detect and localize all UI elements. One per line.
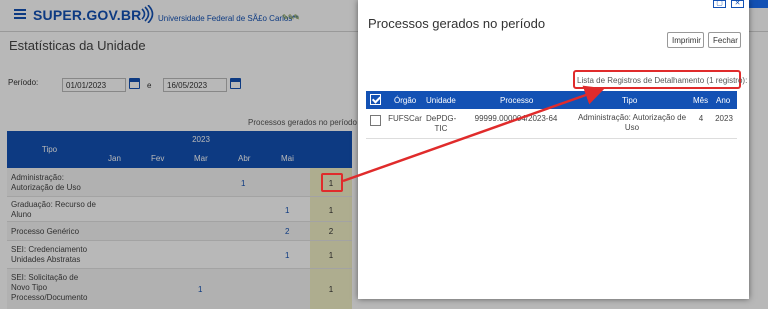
cell-mes: 4: [698, 114, 704, 123]
cell-ano: 2023: [715, 114, 733, 123]
cell-unidade: DePDG-TIC: [426, 114, 457, 133]
modal-title: Processos gerados no período: [368, 16, 546, 31]
col-unidade[interactable]: Unidade: [426, 96, 456, 105]
modal-table-header: Órgão Unidade Processo Tipo Mês Ano: [366, 91, 737, 109]
col-processo[interactable]: Processo: [500, 96, 533, 105]
close-icon[interactable]: ✕: [731, 0, 744, 8]
modal-table-row: FUFSCar DePDG-TIC 99999.000004/2023-64 A…: [366, 109, 737, 139]
col-mes[interactable]: Mês: [693, 96, 708, 105]
print-button[interactable]: Imprimir: [667, 32, 704, 48]
highlight-box-total: [321, 173, 343, 192]
col-ano[interactable]: Ano: [716, 96, 730, 105]
cell-orgao: FUFSCar: [388, 114, 422, 123]
select-all-checkbox[interactable]: [370, 94, 381, 105]
list-info: Lista de Registros de Detalhamento (1 re…: [577, 76, 748, 85]
col-tipo[interactable]: Tipo: [622, 96, 637, 105]
row-checkbox[interactable]: [370, 115, 381, 126]
maximize-icon[interactable]: ▢: [713, 0, 726, 8]
close-button[interactable]: Fechar: [708, 32, 741, 48]
cell-processo[interactable]: 99999.000004/2023-64: [466, 114, 566, 124]
col-orgao[interactable]: Órgão: [394, 96, 416, 105]
cell-tipo: Administração: Autorização de Uso: [577, 113, 687, 132]
